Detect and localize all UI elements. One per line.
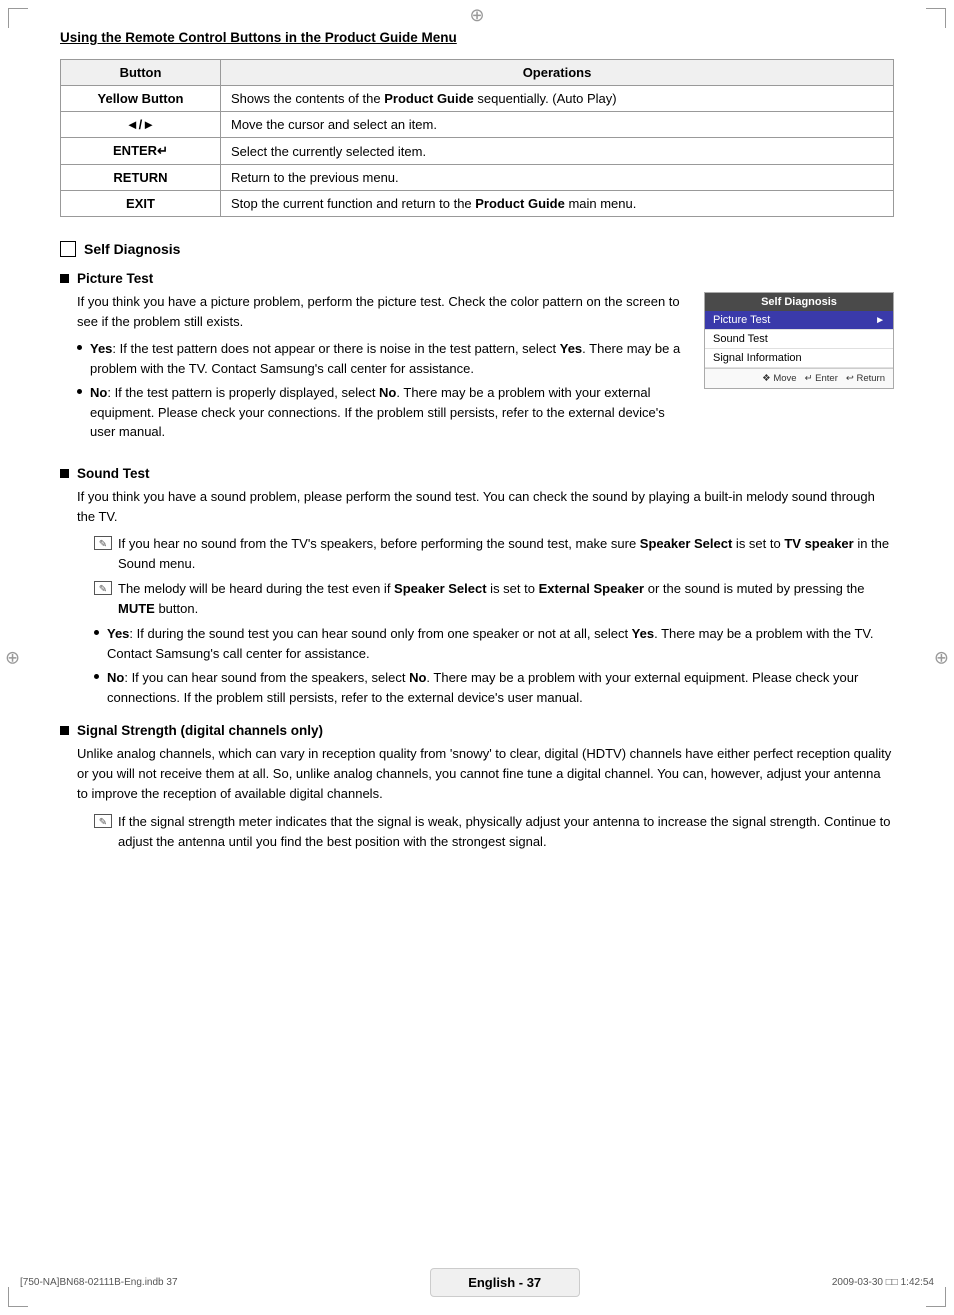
picture-test-header: Picture Test <box>60 271 894 286</box>
table-header-button: Button <box>61 60 221 86</box>
note-text: The melody will be heard during the test… <box>118 579 894 618</box>
page-footer: [750-NA]BN68-02111B-Eng.indb 37 English … <box>0 1268 954 1297</box>
table-header-operations: Operations <box>221 60 894 86</box>
table-cell-button: ENTER↵ <box>61 138 221 165</box>
picture-test-title: Picture Test <box>77 271 153 286</box>
note-icon <box>94 536 112 550</box>
sound-test-intro: If you think you have a sound problem, p… <box>77 487 894 527</box>
note-icon <box>94 814 112 828</box>
sound-test-header: Sound Test <box>60 466 894 481</box>
signal-strength-intro: Unlike analog channels, which can vary i… <box>77 744 894 804</box>
corner-mark-tr <box>926 8 946 28</box>
left-crosshair-icon: ⊕ <box>5 647 20 668</box>
note-icon <box>94 581 112 595</box>
page-container: ⊕ ⊕ ⊕ Using the Remote Control Buttons i… <box>0 0 954 1315</box>
tv-item-label: Signal Information <box>713 352 802 364</box>
footer-enter: ↵ Enter <box>805 373 838 384</box>
signal-strength-header: Signal Strength (digital channels only) <box>60 723 894 738</box>
square-bullet-icon <box>60 274 69 283</box>
table-cell-op: Shows the contents of the Product Guide … <box>221 86 894 112</box>
top-crosshair-icon: ⊕ <box>469 5 484 26</box>
note-item: The melody will be heard during the test… <box>77 579 894 618</box>
sound-test-section: Sound Test If you think you have a sound… <box>60 466 894 707</box>
signal-strength-section: Signal Strength (digital channels only) … <box>60 723 894 851</box>
bullet-item: Yes: If during the sound test you can he… <box>94 624 894 663</box>
tv-item-label: Sound Test <box>713 333 768 345</box>
note-text: If the signal strength meter indicates t… <box>118 812 894 851</box>
tv-screenshot-item-picture: Picture Test ► <box>705 311 893 330</box>
footer-return: ↩ Return <box>846 373 885 384</box>
tv-screenshot-title: Self Diagnosis <box>705 293 893 311</box>
table-cell-op: Select the currently selected item. <box>221 138 894 165</box>
square-bullet-icon <box>60 726 69 735</box>
note-text: If you hear no sound from the TV's speak… <box>118 534 894 573</box>
bullet-item: No: If the test pattern is properly disp… <box>77 383 688 442</box>
sound-test-body: If you think you have a sound problem, p… <box>60 487 894 707</box>
bullet-text: No: If you can hear sound from the speak… <box>107 668 894 707</box>
footer-right-text: 2009-03-30 □□ 1:42:54 <box>832 1277 934 1288</box>
table-row: RETURN Return to the previous menu. <box>61 165 894 191</box>
tv-screenshot-item-signal: Signal Information <box>705 349 893 368</box>
tv-screenshot: Self Diagnosis Picture Test ► Sound Test… <box>704 292 894 389</box>
table-cell-op: Move the cursor and select an item. <box>221 112 894 138</box>
picture-test-intro-text: If you think you have a picture problem,… <box>77 292 688 332</box>
footer-center-text: English - 37 <box>430 1268 580 1297</box>
table-row: Yellow Button Shows the contents of the … <box>61 86 894 112</box>
footer-move: ❖ Move <box>762 373 796 384</box>
self-diagnosis-header: Self Diagnosis <box>60 241 894 257</box>
note-item: If the signal strength meter indicates t… <box>77 812 894 851</box>
table-cell-op: Stop the current function and return to … <box>221 191 894 217</box>
table-cell-button: ◄/► <box>61 112 221 138</box>
picture-test-bullets: Yes: If the test pattern does not appear… <box>60 339 688 442</box>
table-cell-button: EXIT <box>61 191 221 217</box>
tv-screenshot-item-sound: Sound Test <box>705 330 893 349</box>
signal-strength-body: Unlike analog channels, which can vary i… <box>60 744 894 851</box>
table-cell-button: RETURN <box>61 165 221 191</box>
checkbox-icon <box>60 241 76 257</box>
right-crosshair-icon: ⊕ <box>934 647 949 668</box>
footer-left-text: [750-NA]BN68-02111B-Eng.indb 37 <box>20 1277 178 1288</box>
tv-item-label: Picture Test <box>713 314 770 326</box>
bullet-dot-icon <box>77 389 82 394</box>
picture-test-intro: If you think you have a picture problem,… <box>60 292 688 332</box>
table-cell-button: Yellow Button <box>61 86 221 112</box>
table-cell-op: Return to the previous menu. <box>221 165 894 191</box>
table-row: ◄/► Move the cursor and select an item. <box>61 112 894 138</box>
sound-test-bullets: Yes: If during the sound test you can he… <box>77 624 894 707</box>
bullet-text: Yes: If the test pattern does not appear… <box>90 339 688 378</box>
tv-screenshot-footer: ❖ Move ↵ Enter ↩ Return <box>705 368 893 388</box>
tv-item-arrow: ► <box>875 315 885 326</box>
corner-mark-tl <box>8 8 28 28</box>
bullet-dot-icon <box>94 630 99 635</box>
picture-test-text: If you think you have a picture problem,… <box>60 292 688 450</box>
signal-strength-title: Signal Strength (digital channels only) <box>77 723 323 738</box>
sound-test-title: Sound Test <box>77 466 150 481</box>
bullet-text: No: If the test pattern is properly disp… <box>90 383 688 442</box>
bullet-dot-icon <box>77 345 82 350</box>
bullet-dot-icon <box>94 674 99 679</box>
bullet-item: Yes: If the test pattern does not appear… <box>77 339 688 378</box>
picture-test-layout: If you think you have a picture problem,… <box>60 292 894 450</box>
square-bullet-icon <box>60 469 69 478</box>
section-title: Using the Remote Control Buttons in the … <box>60 30 894 45</box>
self-diagnosis-title: Self Diagnosis <box>84 241 180 257</box>
bullet-item: No: If you can hear sound from the speak… <box>94 668 894 707</box>
table-row: EXIT Stop the current function and retur… <box>61 191 894 217</box>
bullet-text: Yes: If during the sound test you can he… <box>107 624 894 663</box>
button-table: Button Operations Yellow Button Shows th… <box>60 59 894 217</box>
picture-test-section: Picture Test If you think you have a pic… <box>60 271 894 450</box>
table-row: ENTER↵ Select the currently selected ite… <box>61 138 894 165</box>
note-item: If you hear no sound from the TV's speak… <box>77 534 894 573</box>
